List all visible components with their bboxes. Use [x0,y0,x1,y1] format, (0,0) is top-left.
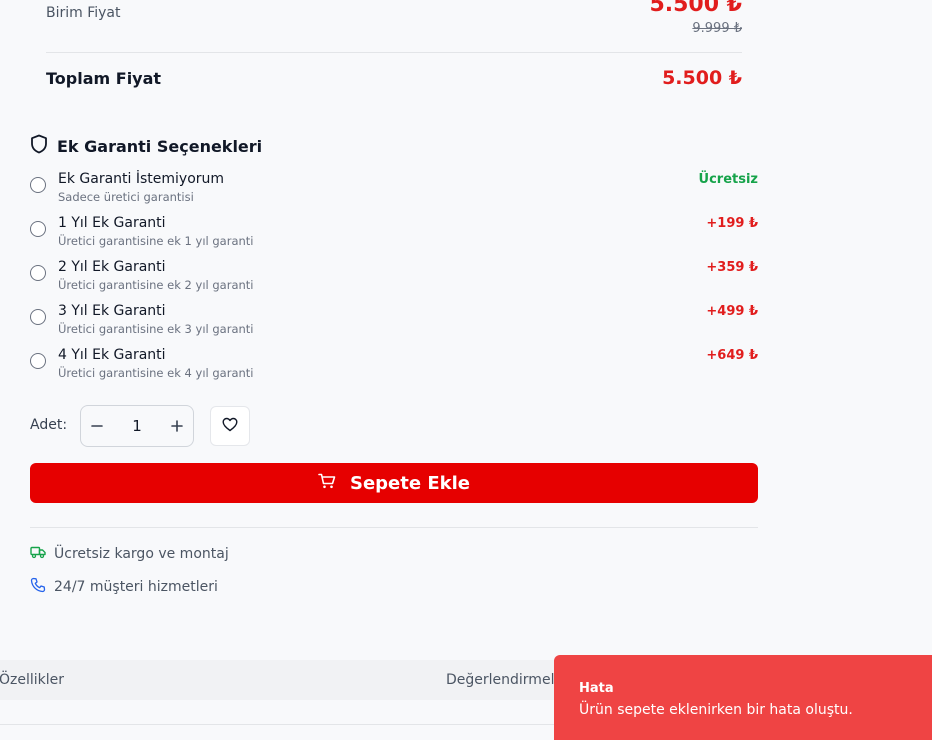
add-to-cart-label: Sepete Ekle [350,472,470,494]
minus-icon[interactable] [89,418,105,434]
feature-support-text: 24/7 müşteri hizmetleri [54,579,218,595]
warranty-option-desc: Üretici garantisine ek 3 yıl garanti [58,322,254,336]
add-to-cart-button[interactable]: Sepete Ekle [30,463,758,503]
warranty-radio[interactable] [30,221,46,237]
error-toast[interactable]: Hata Ürün sepete eklenirken bir hata olu… [554,655,932,740]
warranty-option-desc: Sadece üretici garantisi [58,190,194,204]
price-divider [46,52,742,53]
quantity-label: Adet: [30,417,68,433]
warranty-option-price: +199 ₺ [706,216,758,231]
warranty-option-2-year[interactable]: 2 Yıl Ek Garanti Üretici garantisine ek … [30,259,758,299]
warranty-header: Ek Garanti Seçenekleri [30,134,262,158]
truck-icon [30,545,46,563]
warranty-option-desc: Üretici garantisine ek 4 yıl garanti [58,366,254,380]
quantity-stepper: 1 [80,405,194,447]
feature-shipping-text: Ücretsiz kargo ve montaj [54,546,229,562]
heart-icon [222,417,238,436]
warranty-option-price: +359 ₺ [706,260,758,275]
warranty-option-none[interactable]: Ek Garanti İstemiyorum Sadece üretici ga… [30,171,758,211]
warranty-radio[interactable] [30,177,46,193]
warranty-option-name: Ek Garanti İstemiyorum [58,171,225,187]
warranty-radio[interactable] [30,309,46,325]
favorite-button[interactable] [210,406,250,446]
cart-icon [318,473,336,493]
total-price-label: Toplam Fiyat [46,69,162,88]
warranty-option-desc: Üretici garantisine ek 1 yıl garanti [58,234,254,248]
tab-reviews[interactable]: Değerlendirmeler [446,672,569,688]
toast-message: Ürün sepete eklenirken bir hata oluştu. [579,702,853,718]
warranty-option-price: +499 ₺ [706,304,758,319]
warranty-option-name: 2 Yıl Ek Garanti [58,259,166,275]
unit-price-label: Birim Fiyat [46,5,121,21]
warranty-option-name: 1 Yıl Ek Garanti [58,215,166,231]
warranty-option-name: 3 Yıl Ek Garanti [58,303,166,319]
warranty-title: Ek Garanti Seçenekleri [57,136,263,156]
quantity-value[interactable]: 1 [132,417,142,435]
warranty-option-3-year[interactable]: 3 Yıl Ek Garanti Üretici garantisine ek … [30,303,758,343]
warranty-option-desc: Üretici garantisine ek 2 yıl garanti [58,278,254,292]
warranty-option-4-year[interactable]: 4 Yıl Ek Garanti Üretici garantisine ek … [30,347,758,387]
warranty-option-name: 4 Yıl Ek Garanti [58,347,166,363]
phone-icon [30,577,46,597]
warranty-radio[interactable] [30,265,46,281]
warranty-option-1-year[interactable]: 1 Yıl Ek Garanti Üretici garantisine ek … [30,215,758,255]
warranty-option-price: +649 ₺ [706,348,758,363]
section-divider [30,527,758,528]
warranty-radio[interactable] [30,353,46,369]
toast-title: Hata [579,681,614,696]
total-price-value: 5.500 ₺ [662,67,742,89]
feature-shipping: Ücretsiz kargo ve montaj [30,545,229,563]
plus-icon[interactable] [169,418,185,434]
unit-price-value: 5.500 ₺ [649,0,742,17]
shield-icon [30,134,48,158]
old-price-value: 9.999 ₺ [692,21,742,36]
feature-support: 24/7 müşteri hizmetleri [30,577,218,597]
tab-features[interactable]: Özellikler [0,672,64,688]
warranty-option-price: Ücretsiz [698,172,758,187]
